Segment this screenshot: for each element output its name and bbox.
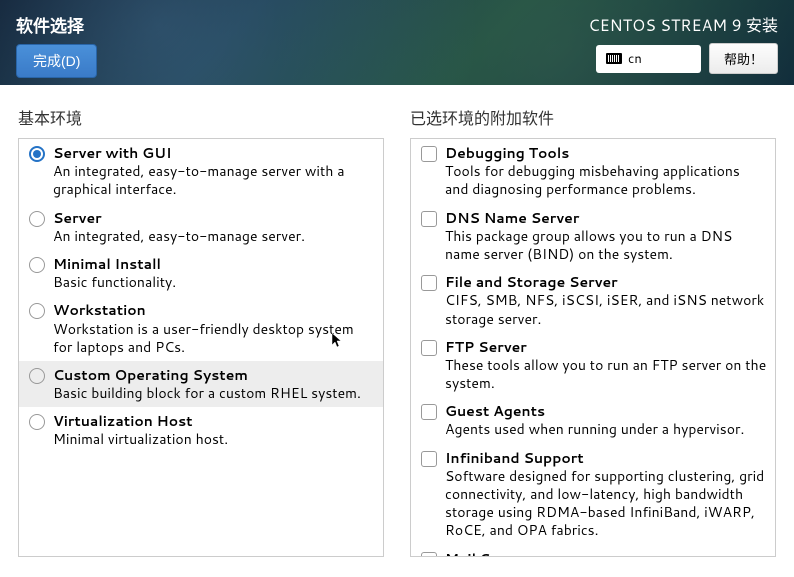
option-title: FTP Server	[445, 338, 767, 356]
option-title: Virtualization Host	[53, 412, 375, 430]
addon-option[interactable]: File and Storage Server CIFS, SMB, NFS, …	[411, 268, 775, 333]
checkbox[interactable]	[421, 275, 437, 291]
addon-software-list[interactable]: Debugging Tools Tools for debugging misb…	[410, 138, 776, 557]
option-text: Debugging Tools Tools for debugging misb…	[445, 144, 767, 199]
addon-option[interactable]: FTP Server These tools allow you to run …	[411, 333, 775, 398]
option-title: Debugging Tools	[445, 144, 767, 162]
checkbox[interactable]	[421, 340, 437, 356]
option-description: Software designed for supporting cluster…	[445, 467, 767, 540]
checkbox[interactable]	[421, 211, 437, 227]
option-title: Server	[53, 209, 375, 227]
radio-button[interactable]	[29, 303, 45, 319]
option-title: Workstation	[53, 301, 375, 319]
environment-option[interactable]: Server with GUI An integrated, easy-to-m…	[19, 139, 383, 204]
option-description: Basic functionality.	[53, 273, 375, 291]
checkbox[interactable]	[421, 552, 437, 557]
addon-option[interactable]: Guest Agents Agents used when running un…	[411, 397, 775, 443]
addon-option[interactable]: Mail Server These packages allow you to …	[411, 545, 775, 557]
option-title: Server with GUI	[53, 144, 375, 162]
option-text: Mail Server These packages allow you to …	[445, 550, 767, 557]
checkbox[interactable]	[421, 451, 437, 467]
page-title: 软件选择	[16, 12, 97, 38]
option-text: Minimal Install Basic functionality.	[53, 255, 375, 291]
radio-button[interactable]	[29, 414, 45, 430]
addon-option[interactable]: DNS Name Server This package group allow…	[411, 204, 775, 269]
language-code: cn	[628, 50, 642, 68]
keyboard-icon	[606, 53, 622, 64]
environment-option[interactable]: Custom Operating System Basic building b…	[19, 361, 383, 407]
header-controls: cn 帮助！	[596, 43, 778, 74]
option-text: Custom Operating System Basic building b…	[53, 366, 375, 402]
option-text: Infiniband Support Software designed for…	[445, 449, 767, 540]
content-area: 基本环境 Server with GUI An integrated, easy…	[0, 85, 794, 577]
option-description: Basic building block for a custom RHEL s…	[53, 384, 375, 402]
option-description: These tools allow you to run an FTP serv…	[445, 356, 767, 392]
option-description: Agents used when running under a hypervi…	[445, 420, 767, 438]
environment-option[interactable]: Server An integrated, easy-to-manage ser…	[19, 204, 383, 250]
option-title: Mail Server	[445, 550, 767, 557]
environment-option[interactable]: Workstation Workstation is a user-friend…	[19, 296, 383, 361]
base-environment-list[interactable]: Server with GUI An integrated, easy-to-m…	[18, 138, 384, 557]
option-title: File and Storage Server	[445, 273, 767, 291]
option-text: File and Storage Server CIFS, SMB, NFS, …	[445, 273, 767, 328]
language-indicator[interactable]: cn	[596, 45, 701, 73]
help-button[interactable]: 帮助！	[709, 43, 778, 74]
radio-button[interactable]	[29, 257, 45, 273]
header-bar: 软件选择 完成(D) CENTOS STREAM 9 安装 cn 帮助！	[0, 0, 794, 85]
installer-title: CENTOS STREAM 9 安装	[588, 12, 778, 37]
environment-option[interactable]: Virtualization Host Minimal virtualizati…	[19, 407, 383, 453]
option-text: DNS Name Server This package group allow…	[445, 209, 767, 264]
done-button[interactable]: 完成(D)	[16, 44, 97, 78]
option-title: DNS Name Server	[445, 209, 767, 227]
header-right: CENTOS STREAM 9 安装 cn 帮助！	[588, 12, 778, 73]
option-text: FTP Server These tools allow you to run …	[445, 338, 767, 393]
option-description: CIFS, SMB, NFS, iSCSI, iSER, and iSNS ne…	[445, 291, 767, 327]
radio-button[interactable]	[29, 368, 45, 384]
base-environment-column: 基本环境 Server with GUI An integrated, easy…	[18, 105, 384, 557]
option-text: Guest Agents Agents used when running un…	[445, 402, 767, 438]
radio-button[interactable]	[29, 146, 45, 162]
option-title: Minimal Install	[53, 255, 375, 273]
option-title: Guest Agents	[445, 402, 767, 420]
addon-software-title: 已选环境的附加软件	[410, 105, 776, 130]
option-description: Tools for debugging misbehaving applicat…	[445, 162, 767, 198]
radio-button[interactable]	[29, 211, 45, 227]
option-description: An integrated, easy-to-manage server wit…	[53, 162, 375, 198]
option-title: Infiniband Support	[445, 449, 767, 467]
header-left: 软件选择 完成(D)	[16, 12, 97, 73]
base-environment-title: 基本环境	[18, 105, 384, 130]
addon-option[interactable]: Infiniband Support Software designed for…	[411, 444, 775, 545]
checkbox[interactable]	[421, 146, 437, 162]
addon-software-column: 已选环境的附加软件 Debugging Tools Tools for debu…	[410, 105, 776, 557]
option-description: An integrated, easy-to-manage server.	[53, 227, 375, 245]
option-description: This package group allows you to run a D…	[445, 227, 767, 263]
option-text: Workstation Workstation is a user-friend…	[53, 301, 375, 356]
environment-option[interactable]: Minimal Install Basic functionality.	[19, 250, 383, 296]
option-description: Minimal virtualization host.	[53, 430, 375, 448]
option-description: Workstation is a user-friendly desktop s…	[53, 320, 375, 356]
option-title: Custom Operating System	[53, 366, 375, 384]
checkbox[interactable]	[421, 404, 437, 420]
addon-option[interactable]: Debugging Tools Tools for debugging misb…	[411, 139, 775, 204]
option-text: Server with GUI An integrated, easy-to-m…	[53, 144, 375, 199]
option-text: Server An integrated, easy-to-manage ser…	[53, 209, 375, 245]
option-text: Virtualization Host Minimal virtualizati…	[53, 412, 375, 448]
